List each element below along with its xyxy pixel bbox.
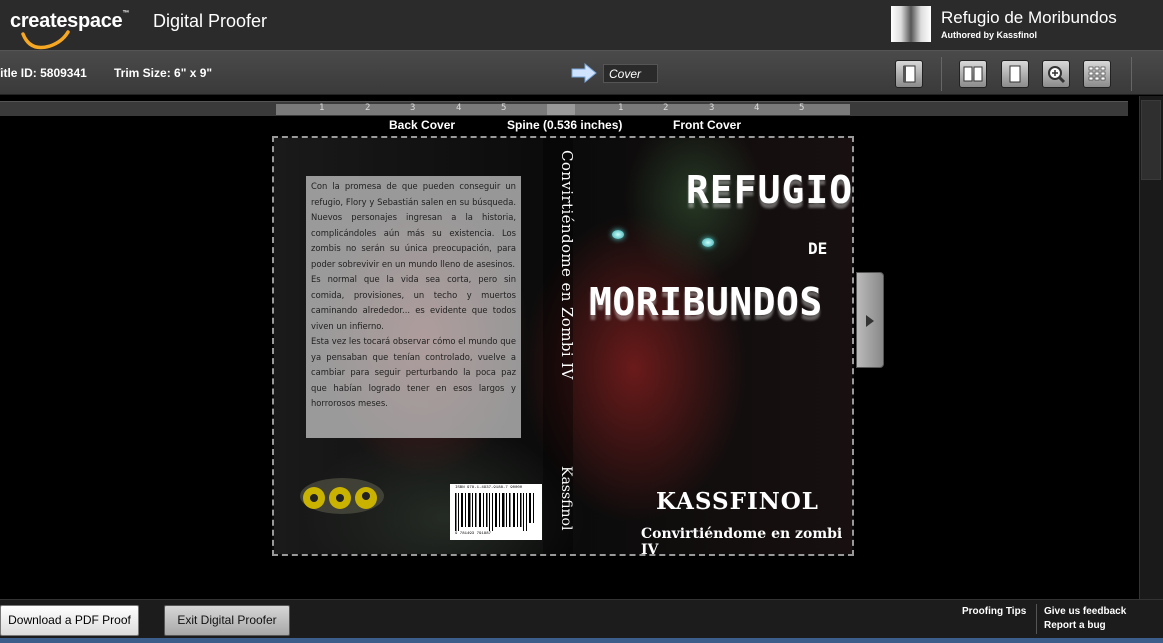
cover-preview: Con la promesa de que pueden conseguir u… bbox=[272, 136, 854, 556]
report-bug-link[interactable]: Report a bug bbox=[1044, 620, 1106, 631]
zoom-icon bbox=[1048, 66, 1066, 84]
grid-view-button[interactable] bbox=[1083, 60, 1111, 88]
front-title-line-3: MORIBUNDOS bbox=[589, 280, 823, 324]
back-cover-label: Back Cover bbox=[389, 118, 456, 132]
proofing-tips-link[interactable]: Proofing Tips bbox=[962, 606, 1026, 617]
ruler-number: 2 bbox=[365, 103, 371, 113]
arrow-right-icon bbox=[571, 63, 597, 83]
back-cover-blurb: Con la promesa de que pueden conseguir u… bbox=[306, 176, 521, 438]
ruler-number: 5 bbox=[799, 103, 805, 113]
barcode-number-text: 9 781493 791887 bbox=[455, 532, 492, 536]
front-subtitle: Convirtiéndome en zombi IV bbox=[641, 526, 843, 556]
two-page-spread-icon bbox=[963, 66, 983, 82]
scrollbar-thumb[interactable] bbox=[1141, 100, 1161, 180]
ruler-number: 5 bbox=[501, 103, 507, 113]
footer-bar: Download a PDF Proof Exit Digital Proofe… bbox=[0, 599, 1163, 643]
eye-glow bbox=[612, 230, 624, 239]
next-page-button[interactable] bbox=[856, 272, 884, 368]
ruler-number: 3 bbox=[709, 103, 715, 113]
ruler-number: 1 bbox=[618, 103, 624, 113]
ruler-number: 1 bbox=[319, 103, 325, 113]
blurb-paragraph: Con la promesa de que pueden conseguir u… bbox=[311, 181, 516, 269]
single-page-icon bbox=[903, 65, 916, 83]
isbn-barcode: ISBN 978-1-4937-9188-7 90000 9 781493 79… bbox=[450, 484, 542, 540]
ruler: 1 2 3 4 5 1 2 3 4 5 bbox=[0, 101, 1128, 116]
ruler-number: 4 bbox=[456, 103, 462, 113]
front-title-line-1: REFUGIO bbox=[686, 168, 854, 212]
app-title: Digital Proofer bbox=[153, 11, 268, 31]
single-page-view-button[interactable] bbox=[1001, 60, 1029, 88]
single-page-button[interactable] bbox=[895, 60, 923, 88]
eye-glow bbox=[702, 238, 714, 247]
ruler-number: 3 bbox=[410, 103, 416, 113]
barcode-isbn-text: ISBN 978-1-4937-9188-7 90000 bbox=[455, 486, 523, 490]
book-thumbnail bbox=[891, 6, 931, 42]
single-page-view-icon bbox=[1009, 65, 1021, 83]
toolbar: Title ID: 5809341 Trim Size: 6" x 9" Cov… bbox=[0, 50, 1163, 95]
spine-label: Spine (0.536 inches) bbox=[507, 118, 623, 132]
ruler-number: 4 bbox=[754, 103, 760, 113]
exit-proofer-button[interactable]: Exit Digital Proofer bbox=[164, 605, 290, 636]
publisher-logos-icon bbox=[300, 478, 384, 514]
blurb-paragraph: Es normal que la vida sea corta, pero si… bbox=[311, 274, 516, 331]
digital-proofer-app: createspace™ Digital Proofer Refugio de … bbox=[0, 0, 1163, 643]
front-title-line-2: DE bbox=[808, 239, 828, 258]
toolbar-divider bbox=[1131, 57, 1132, 91]
front-author: KASSFINOL bbox=[656, 488, 819, 515]
barcode-icon bbox=[455, 493, 534, 531]
spine-author: Kassfinol bbox=[558, 466, 574, 531]
title-id: Title ID: 5809341 bbox=[0, 66, 87, 80]
footer-divider bbox=[1036, 604, 1037, 634]
two-page-spread-button[interactable] bbox=[959, 60, 987, 88]
grid-view-icon bbox=[1088, 66, 1106, 81]
download-pdf-button[interactable]: Download a PDF Proof bbox=[0, 605, 139, 636]
header-bar: createspace™ Digital Proofer Refugio de … bbox=[0, 0, 1163, 50]
chevron-right-icon bbox=[866, 315, 874, 327]
front-cover-label: Front Cover bbox=[673, 118, 742, 132]
zoom-button[interactable] bbox=[1042, 60, 1070, 88]
book-title: Refugio de Moribundos bbox=[941, 8, 1117, 27]
ruler-number: 2 bbox=[663, 103, 669, 113]
feedback-link[interactable]: Give us feedback bbox=[1044, 606, 1126, 617]
view-select[interactable]: Cover bbox=[603, 64, 658, 83]
spine-title: Convirtiéndome en Zombi IV bbox=[558, 150, 576, 380]
logo-swoosh-icon bbox=[21, 30, 70, 50]
blurb-paragraph: Esta vez les tocará observar cómo el mun… bbox=[311, 336, 516, 408]
book-author: Authored by Kassfinol bbox=[941, 30, 1038, 40]
toolbar-divider bbox=[941, 57, 942, 91]
createspace-logo[interactable]: createspace™ bbox=[10, 6, 129, 50]
taskbar-strip bbox=[0, 638, 1163, 643]
ruler-spine-marker bbox=[547, 104, 575, 115]
trim-size: Trim Size: 6" x 9" bbox=[114, 66, 213, 80]
